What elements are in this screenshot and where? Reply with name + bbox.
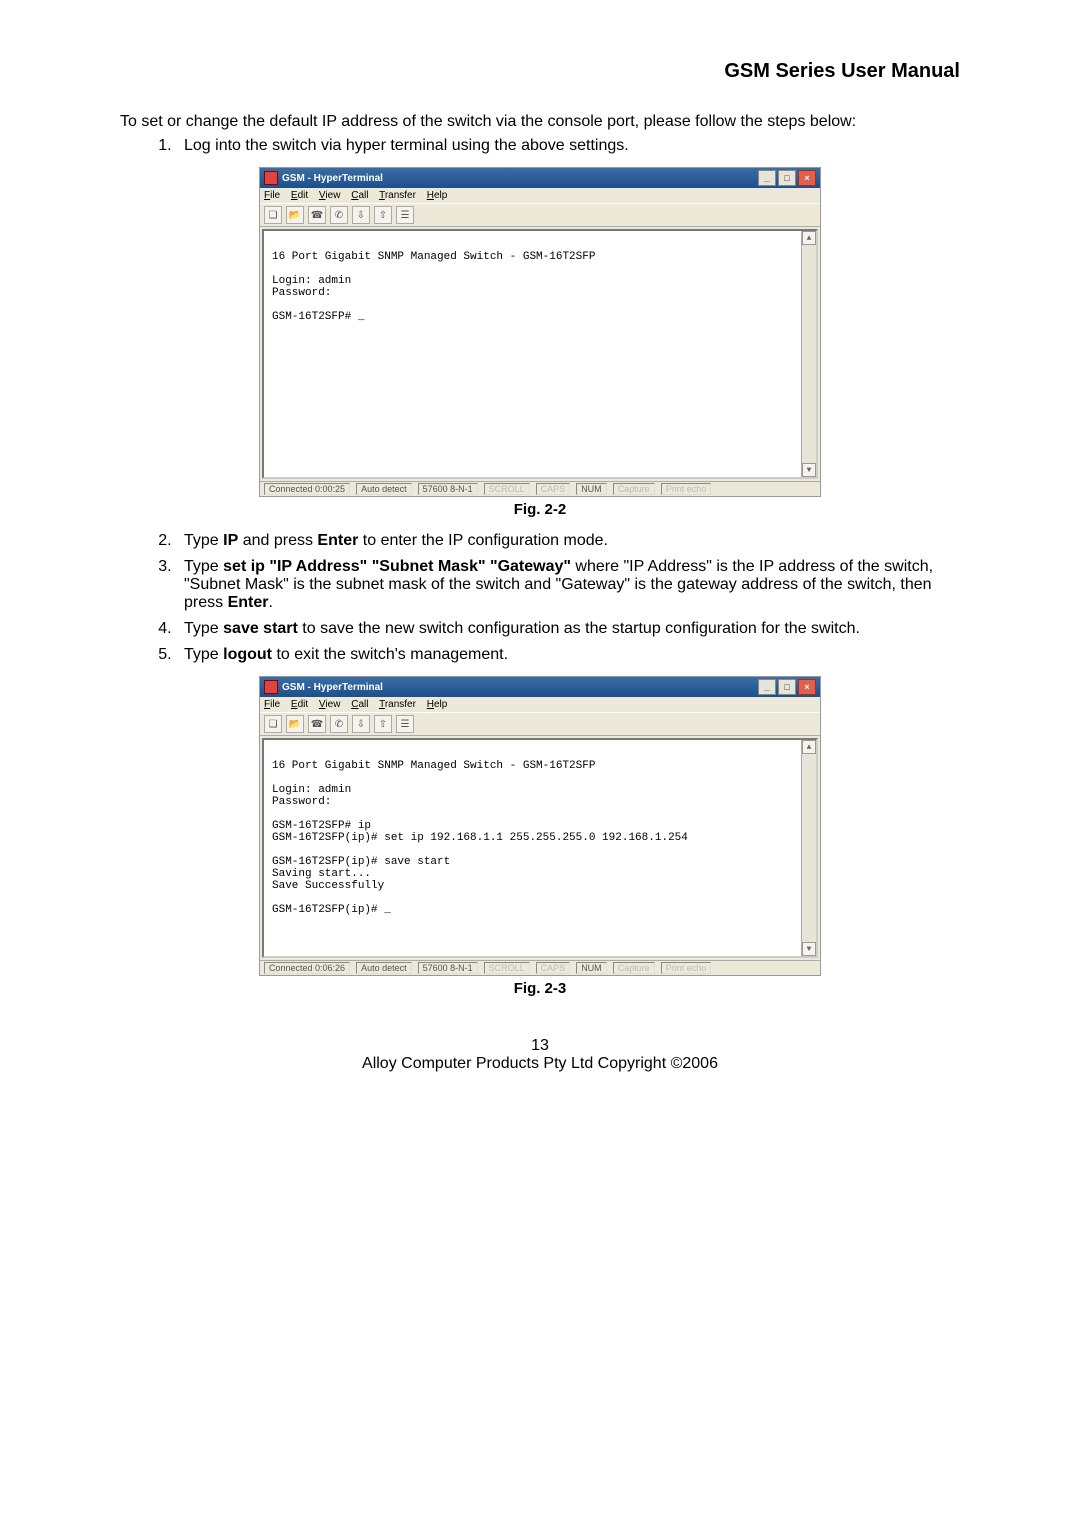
- maximize-button[interactable]: □: [778, 679, 796, 695]
- menu-view: View: [319, 190, 341, 201]
- step-5: Type logout to exit the switch's managem…: [176, 646, 960, 664]
- connect-icon[interactable]: ☎: [308, 715, 326, 733]
- close-button[interactable]: ×: [798, 679, 816, 695]
- menu-call: Call: [351, 699, 368, 710]
- terminal-area[interactable]: 16 Port Gigabit SNMP Managed Switch - GS…: [262, 738, 818, 958]
- status-scroll: SCROLL: [484, 962, 530, 974]
- status-capture: Capture: [613, 962, 655, 974]
- window-title: GSM - HyperTerminal: [282, 682, 383, 693]
- connect-icon[interactable]: ☎: [308, 206, 326, 224]
- step-3: Type set ip "IP Address" "Subnet Mask" "…: [176, 558, 960, 612]
- status-printecho: Print echo: [661, 483, 712, 495]
- scroll-up-icon: ▲: [802, 231, 816, 245]
- status-caps: CAPS: [536, 483, 571, 495]
- status-scroll: SCROLL: [484, 483, 530, 495]
- menubar[interactable]: File Edit View Call Transfer Help: [260, 188, 820, 203]
- menu-file: File: [264, 699, 280, 710]
- minimize-button[interactable]: _: [758, 170, 776, 186]
- page-title: GSM Series User Manual: [120, 60, 960, 83]
- new-icon[interactable]: ❏: [264, 206, 282, 224]
- window-title: GSM - HyperTerminal: [282, 173, 383, 184]
- scroll-up-icon: ▲: [802, 740, 816, 754]
- send-icon[interactable]: ⇩: [352, 715, 370, 733]
- menubar[interactable]: File Edit View Call Transfer Help: [260, 697, 820, 712]
- menu-edit: Edit: [291, 699, 308, 710]
- open-icon[interactable]: 📂: [286, 206, 304, 224]
- status-detect: Auto detect: [356, 962, 412, 974]
- terminal-text: 16 Port Gigabit SNMP Managed Switch - GS…: [272, 251, 595, 323]
- intro-text: To set or change the default IP address …: [120, 113, 960, 131]
- status-caps: CAPS: [536, 962, 571, 974]
- titlebar: GSM - HyperTerminal _ □ ×: [260, 168, 820, 188]
- properties-icon[interactable]: ☰: [396, 715, 414, 733]
- hyperterminal-window-1: GSM - HyperTerminal _ □ × File Edit View…: [259, 167, 821, 497]
- menu-call: Call: [351, 190, 368, 201]
- status-printecho: Print echo: [661, 962, 712, 974]
- titlebar: GSM - HyperTerminal _ □ ×: [260, 677, 820, 697]
- step-2: Type IP and press Enter to enter the IP …: [176, 532, 960, 550]
- figure-caption-23: Fig. 2-3: [120, 980, 960, 997]
- statusbar: Connected 0:00:25 Auto detect 57600 8-N-…: [260, 481, 820, 496]
- steps-list-1: Log into the switch via hyper terminal u…: [120, 137, 960, 155]
- properties-icon[interactable]: ☰: [396, 206, 414, 224]
- status-connected: Connected 0:00:25: [264, 483, 350, 495]
- footer: 13 Alloy Computer Products Pty Ltd Copyr…: [120, 1037, 960, 1073]
- minimize-button[interactable]: _: [758, 679, 776, 695]
- steps-list-2: Type IP and press Enter to enter the IP …: [120, 532, 960, 664]
- status-port: 57600 8-N-1: [418, 962, 478, 974]
- disconnect-icon[interactable]: ✆: [330, 715, 348, 733]
- figure-caption-22: Fig. 2-2: [120, 501, 960, 518]
- app-icon: [264, 680, 278, 694]
- status-num: NUM: [576, 483, 607, 495]
- open-icon[interactable]: 📂: [286, 715, 304, 733]
- scroll-down-icon: ▼: [802, 942, 816, 956]
- hyperterminal-window-2: GSM - HyperTerminal _ □ × File Edit View…: [259, 676, 821, 976]
- toolbar: ❏ 📂 ☎ ✆ ⇩ ⇧ ☰: [260, 203, 820, 227]
- receive-icon[interactable]: ⇧: [374, 715, 392, 733]
- scrollbar[interactable]: ▲▼: [801, 231, 816, 477]
- menu-view: View: [319, 699, 341, 710]
- scroll-down-icon: ▼: [802, 463, 816, 477]
- status-detect: Auto detect: [356, 483, 412, 495]
- menu-help: Help: [427, 699, 448, 710]
- copyright: Alloy Computer Products Pty Ltd Copyrigh…: [120, 1055, 960, 1073]
- page-number: 13: [120, 1037, 960, 1055]
- menu-transfer: Transfer: [379, 190, 416, 201]
- step-1: Log into the switch via hyper terminal u…: [176, 137, 960, 155]
- status-capture: Capture: [613, 483, 655, 495]
- status-num: NUM: [576, 962, 607, 974]
- app-icon: [264, 171, 278, 185]
- toolbar: ❏ 📂 ☎ ✆ ⇩ ⇧ ☰: [260, 712, 820, 736]
- new-icon[interactable]: ❏: [264, 715, 282, 733]
- menu-edit: Edit: [291, 190, 308, 201]
- scrollbar[interactable]: ▲▼: [801, 740, 816, 956]
- status-port: 57600 8-N-1: [418, 483, 478, 495]
- disconnect-icon[interactable]: ✆: [330, 206, 348, 224]
- step-4: Type save start to save the new switch c…: [176, 620, 960, 638]
- receive-icon[interactable]: ⇧: [374, 206, 392, 224]
- status-connected: Connected 0:06:26: [264, 962, 350, 974]
- maximize-button[interactable]: □: [778, 170, 796, 186]
- terminal-text: 16 Port Gigabit SNMP Managed Switch - GS…: [272, 760, 688, 916]
- send-icon[interactable]: ⇩: [352, 206, 370, 224]
- terminal-area[interactable]: 16 Port Gigabit SNMP Managed Switch - GS…: [262, 229, 818, 479]
- statusbar: Connected 0:06:26 Auto detect 57600 8-N-…: [260, 960, 820, 975]
- menu-help: Help: [427, 190, 448, 201]
- menu-file: File: [264, 190, 280, 201]
- close-button[interactable]: ×: [798, 170, 816, 186]
- menu-transfer: Transfer: [379, 699, 416, 710]
